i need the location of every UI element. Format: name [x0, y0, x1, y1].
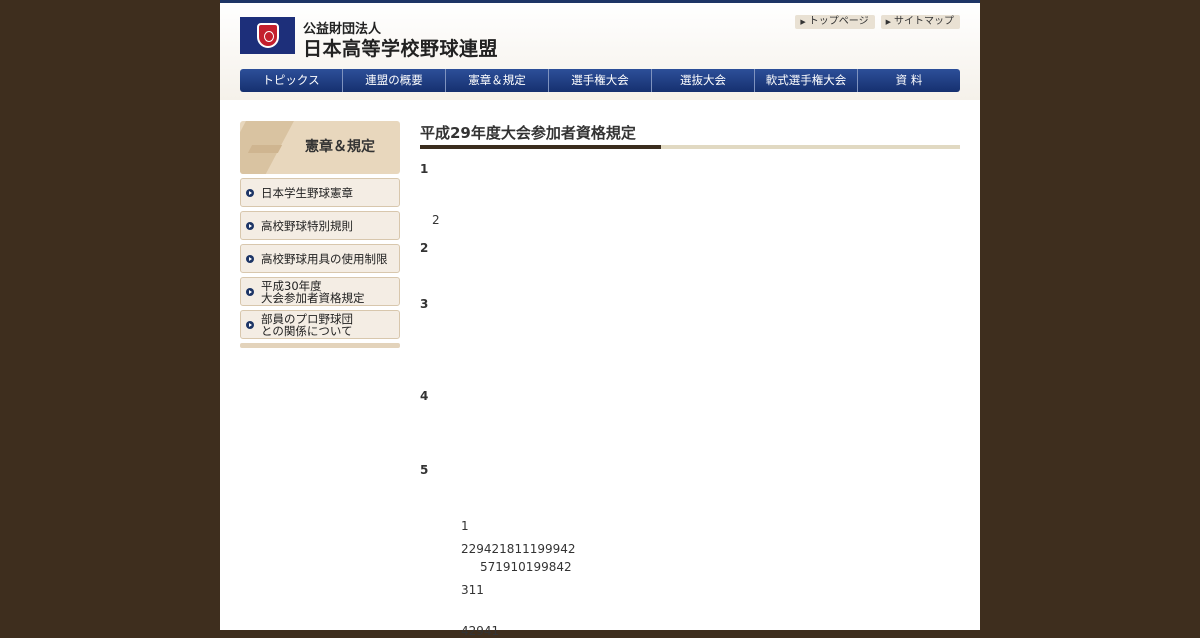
sidebar-item-label-line2: 大会参加者資格規定: [261, 290, 365, 305]
list-item: 311: [461, 583, 484, 597]
sidebar-item-label: 日本学生野球憲章: [261, 185, 353, 200]
sidebar-item-eligibility-rules[interactable]: 平成30年度 大会参加者資格規定: [240, 277, 400, 306]
arrow-circle-icon: [246, 188, 254, 197]
main-content: 平成29年度大会参加者資格規定 1 2 2 3 4 5 1 2294218111…: [420, 121, 960, 638]
sidebar-item-student-baseball-charter[interactable]: 日本学生野球憲章: [240, 178, 400, 207]
section-number: 5: [420, 463, 429, 477]
sidebar-item-label: 高校野球用具の使用制限: [261, 251, 388, 266]
page-title: 平成29年度大会参加者資格規定: [420, 124, 636, 142]
list-item: 42941: [461, 624, 500, 638]
global-nav: トピックス 連盟の概要 憲章＆規定 選手権大会 選抜大会 軟式選手権大会 資 料: [240, 69, 960, 92]
sidebar-item-label: 部員のプロ野球団 との関係について: [261, 313, 353, 337]
title-underline: [420, 145, 960, 149]
arrow-circle-icon: [246, 221, 254, 230]
nav-charter-rules[interactable]: 憲章＆規定: [445, 69, 548, 92]
arrow-circle-icon: [246, 254, 254, 263]
sidebar-item-label: 平成30年度 大会参加者資格規定: [261, 280, 365, 304]
sidebar: 憲章＆規定 日本学生野球憲章 高校野球特別規則 高校野球用具の使用制限 平成30…: [240, 121, 400, 348]
list-item: 571910199842: [480, 560, 572, 574]
sidebar-footer-bar: [240, 343, 400, 348]
triangle-right-icon: ▶: [800, 18, 806, 26]
nav-invitational[interactable]: 選抜大会: [651, 69, 754, 92]
section-number: 1: [420, 162, 429, 176]
org-name[interactable]: 日本高等学校野球連盟: [303, 34, 498, 61]
sidebar-item-pro-baseball-relations[interactable]: 部員のプロ野球団 との関係について: [240, 310, 400, 339]
nav-about[interactable]: 連盟の概要: [342, 69, 445, 92]
sidebar-item-special-rules[interactable]: 高校野球特別規則: [240, 211, 400, 240]
nav-topics[interactable]: トピックス: [240, 69, 342, 92]
nav-softball-championship[interactable]: 軟式選手権大会: [754, 69, 857, 92]
sidebar-item-label: 高校野球特別規則: [261, 218, 353, 233]
sidebar-item-equipment-restrictions[interactable]: 高校野球用具の使用制限: [240, 244, 400, 273]
arrow-circle-icon: [246, 320, 254, 329]
federation-logo-icon[interactable]: [240, 17, 295, 54]
list-item: 229421811199942: [461, 542, 576, 556]
nav-championship[interactable]: 選手権大会: [548, 69, 651, 92]
utility-links: ▶ トップページ ▶ サイトマップ: [795, 15, 960, 29]
content: 憲章＆規定 日本学生野球憲章 高校野球特別規則 高校野球用具の使用制限 平成30…: [220, 100, 980, 638]
nav-materials[interactable]: 資 料: [857, 69, 960, 92]
section-number: 2: [420, 241, 429, 255]
heading-decoration: [247, 145, 283, 153]
top-page-link[interactable]: ▶ トップページ: [795, 15, 875, 29]
title-underline-accent: [420, 145, 661, 149]
top-page-label: トップページ: [808, 16, 869, 27]
sidebar-title: 憲章＆規定: [305, 139, 375, 155]
header: 公益財団法人 日本高等学校野球連盟 ▶ トップページ ▶ サイトマップ トピック…: [220, 3, 980, 100]
sitemap-link[interactable]: ▶ サイトマップ: [880, 15, 960, 29]
page: 公益財団法人 日本高等学校野球連盟 ▶ トップページ ▶ サイトマップ トピック…: [220, 0, 980, 638]
sitemap-label: サイトマップ: [894, 16, 954, 27]
arrow-circle-icon: [246, 287, 254, 296]
shield-icon: [257, 23, 279, 48]
section-number: 4: [420, 389, 429, 403]
list-item: 1: [461, 519, 469, 533]
triangle-right-icon: ▶: [885, 18, 891, 26]
sub-item-number: 2: [432, 213, 440, 227]
sidebar-heading: 憲章＆規定: [240, 121, 400, 174]
sidebar-item-label-line2: との関係について: [261, 323, 353, 338]
section-number: 3: [420, 297, 429, 311]
